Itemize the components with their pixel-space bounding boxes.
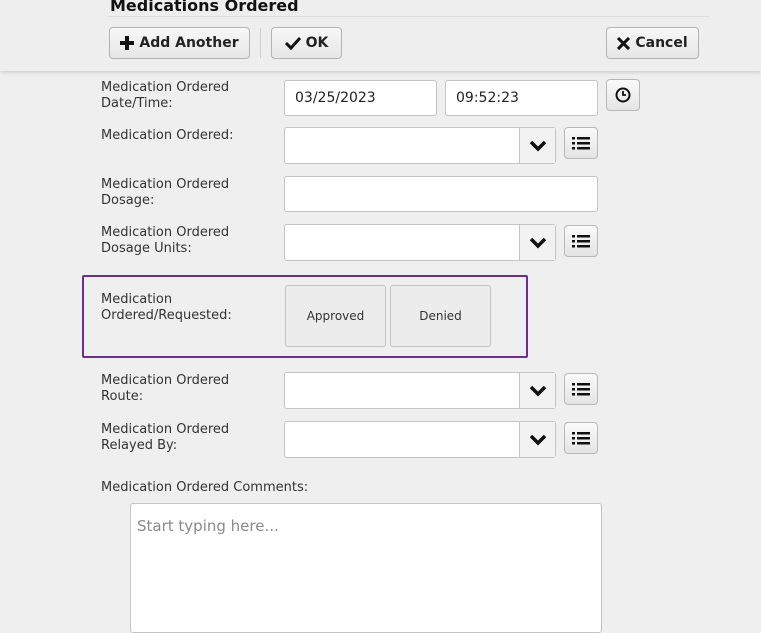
list-icon [572,431,590,444]
dosage-units-dropdown-toggle[interactable] [519,225,555,260]
dosage-units-label-line1: Medication Ordered [101,225,230,240]
relayed-by-label-line1: Medication Ordered [101,422,230,437]
relayed-by-label-line2: Relayed By: [101,438,178,453]
dialog-title: Medications Ordered [110,0,299,15]
chevron-down-icon [529,237,546,248]
datetime-label-line1: Medication Ordered [101,80,230,95]
ok-label: OK [305,35,329,51]
add-another-label: Add Another [139,35,239,51]
datetime-label-line2: Date/Time: [101,96,173,111]
ok-button[interactable]: OK [271,27,342,59]
time-input[interactable]: 09:52:23 [445,80,598,116]
dosage-units-label-line2: Dosage Units: [101,241,192,256]
route-dropdown-toggle[interactable] [519,373,555,408]
list-icon [572,136,590,149]
route-list-button[interactable] [564,373,598,405]
title-divider [108,16,709,17]
ordered-requested-label: Medication Ordered/Requested: [101,292,232,324]
route-label-line1: Medication Ordered [101,373,230,388]
denied-button[interactable]: Denied [390,285,491,347]
chevron-down-icon [529,434,546,445]
dosage-label-line1: Medication Ordered [101,177,230,192]
relayed-by-dropdown-toggle[interactable] [519,422,555,457]
cancel-button[interactable]: Cancel [606,27,699,59]
dosage-label: Medication Ordered Dosage: [101,177,229,209]
medication-dropdown-toggle[interactable] [519,128,555,163]
chevron-down-icon [529,140,546,151]
dosage-units-list-button[interactable] [564,225,598,257]
relayed-by-select[interactable] [284,421,556,458]
route-select[interactable] [284,372,556,409]
plus-icon [120,36,135,50]
medication-label: Medication Ordered: [101,128,234,143]
ordered-requested-label-line1: Medication [101,292,173,307]
route-label-line2: Route: [101,389,144,404]
medication-list-button[interactable] [564,127,598,159]
list-icon [572,382,590,395]
chevron-down-icon [529,385,546,396]
medication-select[interactable] [284,127,556,164]
toolbar-separator [260,28,261,58]
date-input[interactable]: 03/25/2023 [284,80,437,116]
cancel-label: Cancel [635,35,688,51]
dosage-label-line2: Dosage: [101,193,155,208]
dialog-header: Medications Ordered Add Another OK Cance… [0,0,761,71]
route-label: Medication Ordered Route: [101,373,229,405]
approved-button[interactable]: Approved [285,285,386,347]
dosage-units-label: Medication Ordered Dosage Units: [101,225,229,257]
list-icon [572,234,590,247]
ordered-requested-label-line2: Ordered/Requested: [101,308,232,323]
relayed-by-label: Medication Ordered Relayed By: [101,422,229,454]
dosage-input[interactable] [284,176,598,212]
add-another-button[interactable]: Add Another [109,27,250,59]
dosage-units-select[interactable] [284,224,556,261]
close-icon [617,36,631,50]
clock-button[interactable] [606,79,640,111]
check-icon [284,36,301,50]
comments-textarea[interactable]: Start typing here... [130,503,602,633]
relayed-by-list-button[interactable] [564,422,598,454]
comments-label: Medication Ordered Comments: [101,480,309,495]
clock-icon [615,87,631,103]
datetime-label: Medication Ordered Date/Time: [101,80,229,112]
